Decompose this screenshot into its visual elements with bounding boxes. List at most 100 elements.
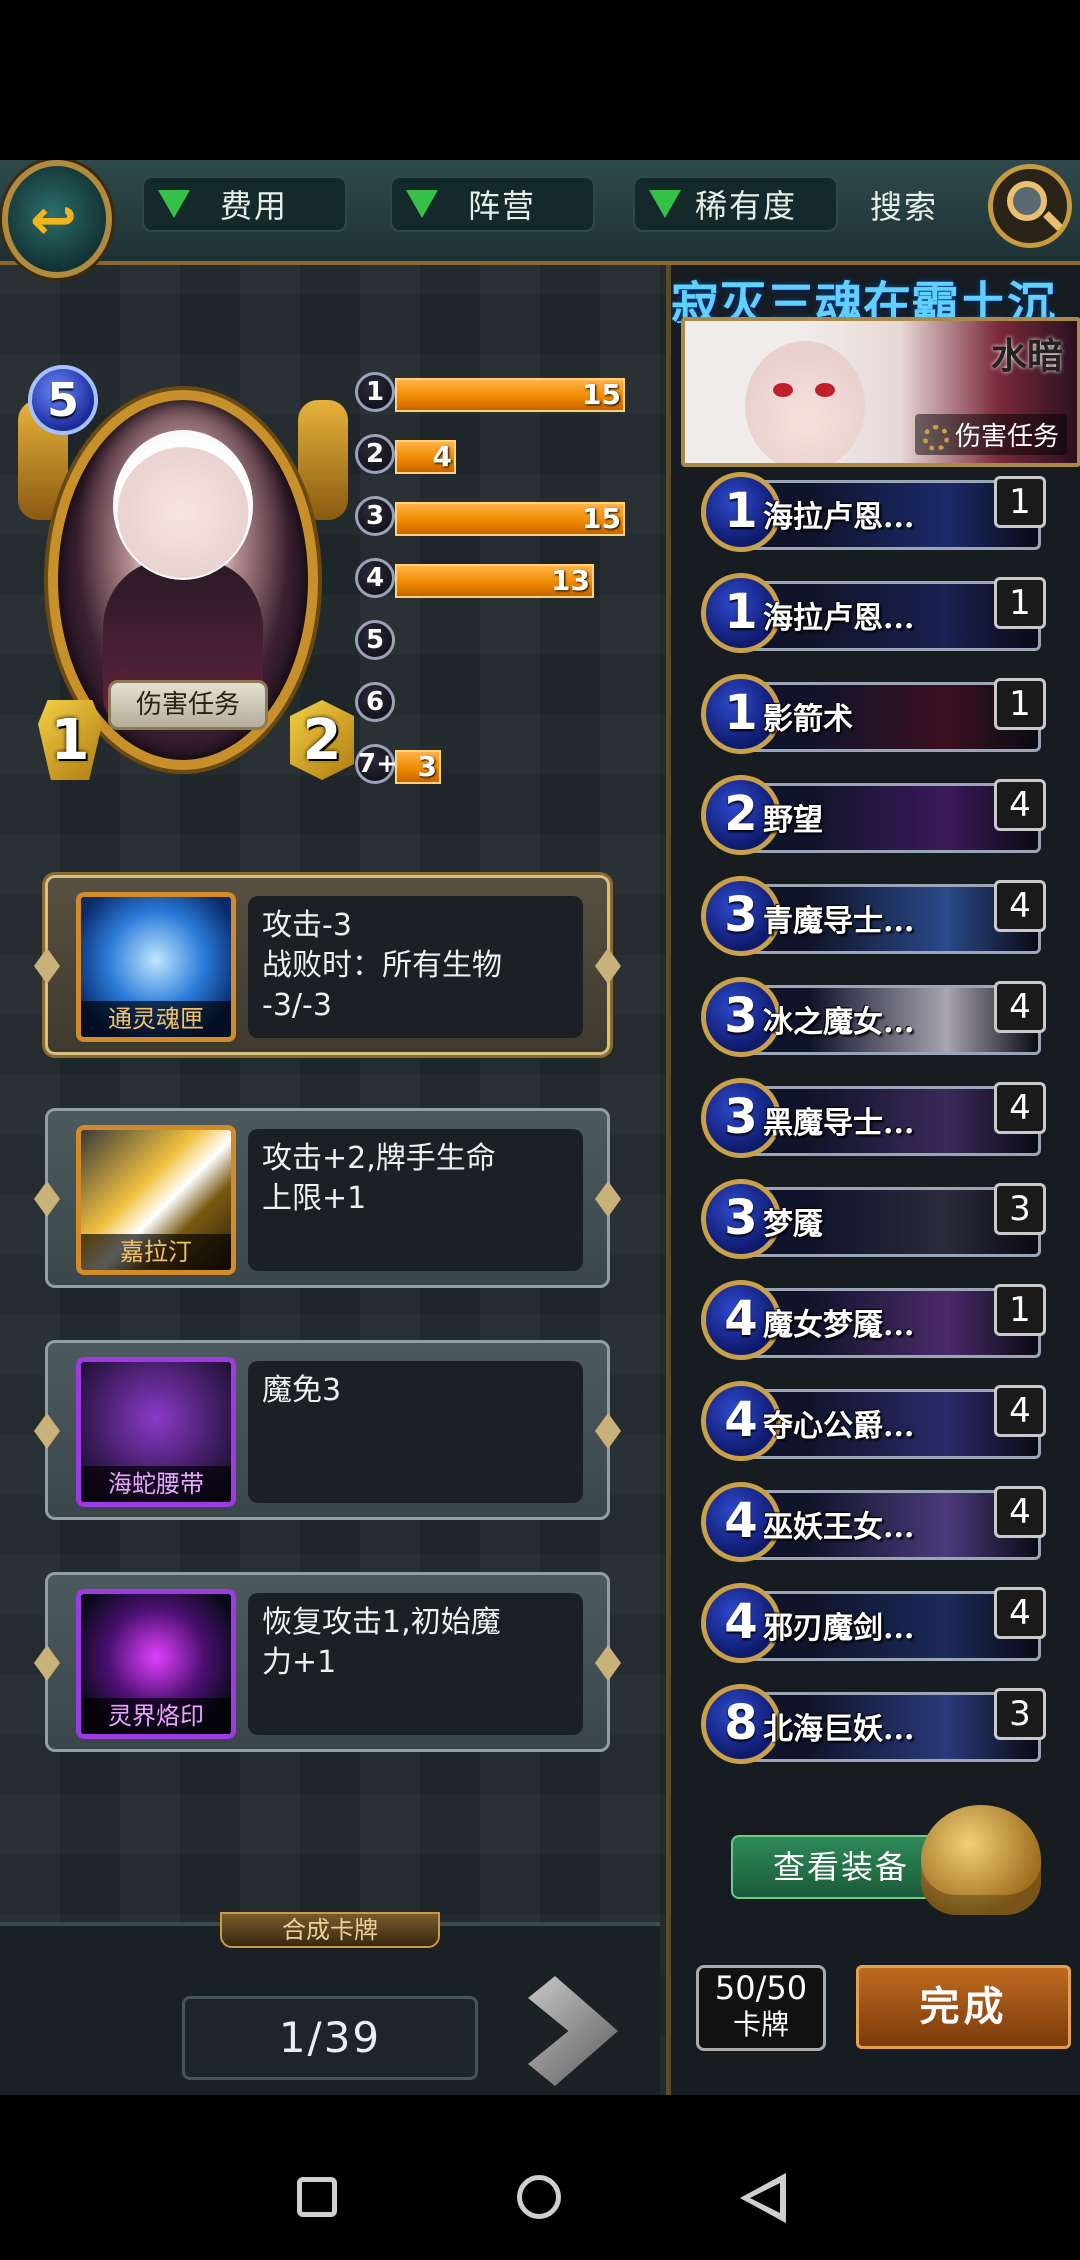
card-name: 海拉卢恩...: [763, 601, 915, 636]
mana-curve-row: 6: [355, 680, 645, 724]
mana-curve-row: 24: [355, 432, 645, 476]
mana-curve-count: 13: [551, 564, 590, 597]
mana-curve-row: 1 15: [355, 370, 645, 414]
mana-cost-label: 3: [355, 496, 395, 536]
deck-card-row[interactable]: 8 北海巨妖... 3: [701, 1682, 1046, 1770]
filter-rarity-dropdown[interactable]: 稀有度: [633, 176, 838, 232]
deck-card-row[interactable]: 4 魔女梦魇... 1: [701, 1278, 1046, 1366]
deck-panel: 寂灭三魂在霸土沉 水暗 伤害任务 1 海拉卢恩... 1 1 海拉卢恩... 1 1 影箭术 1…: [666, 265, 1080, 2095]
equipment-item[interactable]: 灵界烙印 恢复攻击1,初始魔 力+1: [34, 1572, 621, 1752]
magnifier-handle: [1043, 211, 1063, 231]
belt-icon: 海蛇腰带: [76, 1357, 236, 1507]
deck-task-label: 伤害任务: [954, 422, 1059, 452]
equipment-name: 海蛇腰带: [81, 1466, 231, 1502]
deck-card-row[interactable]: 4 巫妖王女... 4: [701, 1480, 1046, 1568]
deck-card-row[interactable]: 3 黑魔导士... 4: [701, 1076, 1046, 1164]
deck-card-row[interactable]: 4 夺心公爵... 4: [701, 1379, 1046, 1467]
helmet-icon[interactable]: [921, 1805, 1041, 1915]
card-copies: 3: [994, 1183, 1046, 1235]
card-banner: 伤害任务: [108, 680, 268, 730]
mana-cost-label: 7+: [355, 744, 398, 784]
blue-cube-icon: 通灵魂匣: [76, 892, 236, 1042]
card-health: 2: [290, 700, 354, 780]
magnifier-icon: [1007, 181, 1047, 221]
deck-card-row[interactable]: 1 海拉卢恩... 1: [701, 571, 1046, 659]
system-nav-bar: [0, 2095, 1080, 2260]
mana-curve-count: 4: [432, 440, 452, 473]
card-copies: 4: [994, 880, 1046, 932]
filter-cost-dropdown[interactable]: 费用: [142, 176, 347, 232]
deck-card-row[interactable]: 3 冰之魔女... 4: [701, 975, 1046, 1063]
selected-card-preview[interactable]: 5 伤害任务 1 2: [18, 360, 354, 810]
filter-label: 稀有度: [695, 187, 798, 225]
card-art-face: [113, 430, 253, 580]
dropdown-triangle-icon: [649, 190, 681, 218]
mana-curve-row: 5: [355, 618, 645, 662]
deck-hero-portrait[interactable]: 水暗 伤害任务: [681, 317, 1080, 467]
filter-label: 费用: [220, 187, 289, 225]
mana-cost-label: 5: [355, 620, 395, 660]
card-copies: 4: [994, 1082, 1046, 1134]
portrait-eye: [815, 383, 835, 397]
deck-card-row[interactable]: 4 邪刃魔剑... 4: [701, 1581, 1046, 1669]
card-name: 魔女梦魇...: [763, 1308, 915, 1343]
card-count-value: 50/50: [714, 1969, 808, 2007]
deck-builder-screen: ↩ 费用 阵营 稀有度 搜索 5 伤害任务 1 2 1 15 2 4 3 15 4 13 5 6 7…: [0, 160, 1080, 2095]
card-count-unit: 卡牌: [732, 2008, 789, 2041]
mana-curve-count: 15: [582, 378, 621, 411]
equipment-description: 恢复攻击1,初始魔 力+1: [248, 1593, 583, 1735]
deck-card-row[interactable]: 3 青魔导士... 4: [701, 874, 1046, 962]
card-name: 巫妖王女...: [763, 1510, 915, 1545]
equipment-name: 灵界烙印: [81, 1698, 231, 1734]
portrait-face: [745, 341, 865, 463]
card-name: 野望: [763, 803, 823, 838]
mana-cost-label: 1: [355, 372, 395, 412]
deck-faction: 水暗: [990, 336, 1063, 377]
card-cost-gem: 5: [28, 365, 98, 435]
portrait-eye: [773, 383, 793, 397]
home-icon[interactable]: [517, 2175, 561, 2219]
equipment-name: 通灵魂匣: [81, 1001, 231, 1037]
mana-curve-row: 3 15: [355, 494, 645, 538]
card-copies: 1: [994, 678, 1046, 730]
equipment-item[interactable]: 海蛇腰带 魔免3: [34, 1340, 621, 1520]
mana-cost-label: 2: [355, 434, 395, 474]
filter-faction-dropdown[interactable]: 阵营: [390, 176, 595, 232]
recent-apps-icon[interactable]: [297, 2177, 337, 2217]
deck-card-row[interactable]: 2 野望 4: [701, 773, 1046, 861]
card-copies: 3: [994, 1688, 1046, 1740]
card-attack: 1: [38, 700, 102, 780]
card-name: 北海巨妖...: [763, 1712, 915, 1747]
card-name: 青魔导士...: [763, 904, 915, 939]
filter-label: 阵营: [468, 187, 537, 225]
next-page-button[interactable]: [528, 1976, 618, 2086]
deck-card-row[interactable]: 1 影箭术 1: [701, 672, 1046, 760]
equipment-description: 攻击-3 战败时：所有生物 -3/-3: [248, 896, 583, 1038]
card-copies: 4: [994, 779, 1046, 831]
card-copies: 4: [994, 981, 1046, 1033]
view-equipment-button[interactable]: 查看装备: [731, 1835, 951, 1899]
page-indicator: 1/39: [182, 1996, 478, 2080]
card-name: 冰之魔女...: [763, 1005, 915, 1040]
deck-card-row[interactable]: 1 海拉卢恩... 1: [701, 470, 1046, 558]
equipment-item[interactable]: 嘉拉汀 攻击+2,牌手生命 上限+1: [34, 1108, 621, 1288]
deck-card-count: 50/50 卡牌: [696, 1965, 826, 2051]
equipment-item[interactable]: 通灵魂匣 攻击-3 战败时：所有生物 -3/-3: [34, 875, 621, 1055]
card-name: 夺心公爵...: [763, 1409, 915, 1444]
back-button[interactable]: ↩: [2, 160, 112, 278]
search-button[interactable]: [988, 164, 1072, 248]
deck-title[interactable]: 寂灭三魂在霸土沉: [671, 265, 1080, 323]
card-copies: 4: [994, 1587, 1046, 1639]
card-name: 梦魇: [763, 1207, 823, 1242]
mana-curve-row: 7+ 3: [355, 742, 645, 786]
equipment-description: 攻击+2,牌手生命 上限+1: [248, 1129, 583, 1271]
card-name: 黑魔导士...: [763, 1106, 915, 1141]
mana-curve-row: 4 13: [355, 556, 645, 600]
dropdown-triangle-icon: [406, 190, 438, 218]
mana-cost-label: 4: [355, 558, 395, 598]
search-label[interactable]: 搜索: [870, 182, 938, 228]
done-button[interactable]: 完成: [856, 1965, 1071, 2049]
synth-card-tab[interactable]: 合成卡牌: [220, 1912, 440, 1948]
deck-card-row[interactable]: 3 梦魇 3: [701, 1177, 1046, 1265]
equipment-description: 魔免3: [248, 1361, 583, 1503]
